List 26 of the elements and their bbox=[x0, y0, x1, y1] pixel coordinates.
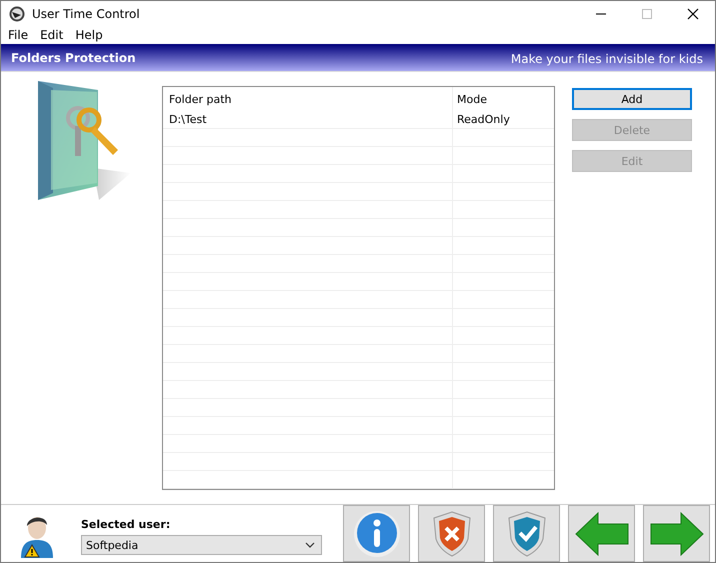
info-icon bbox=[352, 508, 402, 558]
back-button[interactable] bbox=[568, 505, 635, 562]
shield-check-icon bbox=[506, 510, 546, 556]
forward-button[interactable] bbox=[643, 505, 710, 562]
app-icon bbox=[9, 6, 25, 22]
action-button[interactable]: Add bbox=[572, 88, 692, 110]
shield-x-icon bbox=[432, 510, 472, 556]
info-button[interactable] bbox=[343, 505, 410, 562]
section-title: Folders Protection bbox=[11, 50, 136, 66]
menu-item[interactable]: Help bbox=[75, 28, 103, 42]
chevron-down-icon bbox=[305, 542, 315, 548]
column-header[interactable]: Mode bbox=[453, 87, 554, 111]
menu-item[interactable]: File bbox=[8, 28, 28, 42]
menu-item[interactable]: Edit bbox=[40, 28, 64, 42]
selected-user-label: Selected user: bbox=[81, 518, 172, 531]
column-header[interactable]: Folder path bbox=[163, 87, 453, 111]
arrow-right-icon bbox=[648, 510, 704, 556]
arrow-left-icon bbox=[574, 510, 630, 556]
allow-button[interactable] bbox=[493, 505, 560, 562]
table-cell: D:\Test bbox=[163, 111, 453, 128]
user-dropdown[interactable]: Softpedia bbox=[81, 535, 322, 555]
close-icon[interactable] bbox=[687, 8, 699, 20]
deny-button[interactable] bbox=[418, 505, 485, 562]
window-title: User Time Control bbox=[32, 6, 140, 20]
section-subtitle: Make your files invisible for kids bbox=[510, 52, 703, 68]
table-cell-text: ReadOnly bbox=[456, 112, 511, 128]
